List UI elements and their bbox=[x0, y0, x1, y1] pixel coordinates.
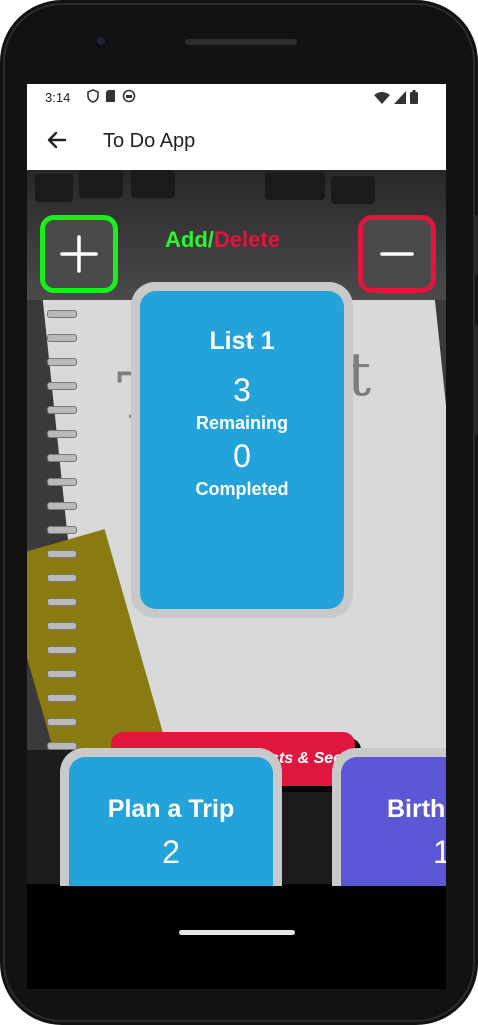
remaining-label: Remaining bbox=[195, 413, 288, 433]
completed-count: 0 bbox=[233, 438, 251, 474]
screen: 3:14 To Do App t Add/Delete List 1 3 Rem… bbox=[27, 84, 446, 989]
list-card-title: List 1 bbox=[209, 327, 275, 355]
wifi-icon bbox=[374, 91, 390, 104]
circle-icon bbox=[122, 89, 136, 103]
earpiece-speaker bbox=[185, 39, 297, 45]
add-list-button[interactable] bbox=[40, 215, 118, 293]
completed-label: Completed bbox=[195, 479, 289, 499]
page-title: To Do App bbox=[103, 130, 196, 152]
list-card-title: Birth bbox=[387, 795, 446, 823]
add-label: Add/ bbox=[165, 227, 214, 252]
status-time: 3:14 bbox=[45, 90, 71, 105]
status-bar: 3:14 bbox=[27, 84, 446, 112]
power-button bbox=[474, 215, 478, 275]
list-card-title: Plan a Trip bbox=[107, 795, 235, 823]
battery-icon bbox=[410, 90, 418, 104]
navigation-bar bbox=[27, 886, 446, 989]
remaining-count: 2 bbox=[162, 834, 180, 870]
delete-label: Delete bbox=[213, 227, 280, 252]
remaining-count: 3 bbox=[233, 372, 251, 408]
plus-icon bbox=[60, 235, 98, 273]
home-indicator[interactable] bbox=[179, 930, 295, 935]
front-camera bbox=[94, 34, 108, 48]
phone-frame: 3:14 To Do App t Add/Delete List 1 3 Rem… bbox=[0, 0, 478, 1025]
list-card[interactable]: List 1 3 Remaining 0 Completed bbox=[131, 282, 353, 618]
delete-list-button[interactable] bbox=[358, 215, 436, 293]
remaining-count: 1 bbox=[433, 834, 446, 870]
minus-icon bbox=[380, 252, 414, 256]
signal-icon bbox=[394, 90, 406, 104]
list-card-body: List 1 3 Remaining 0 Completed bbox=[140, 291, 344, 609]
sim-icon bbox=[106, 90, 115, 102]
app-bar: To Do App bbox=[27, 112, 446, 170]
arrow-back-icon[interactable] bbox=[43, 126, 71, 154]
shield-icon bbox=[87, 89, 99, 103]
add-delete-label: Add/Delete bbox=[165, 227, 280, 253]
volume-button bbox=[474, 325, 478, 435]
